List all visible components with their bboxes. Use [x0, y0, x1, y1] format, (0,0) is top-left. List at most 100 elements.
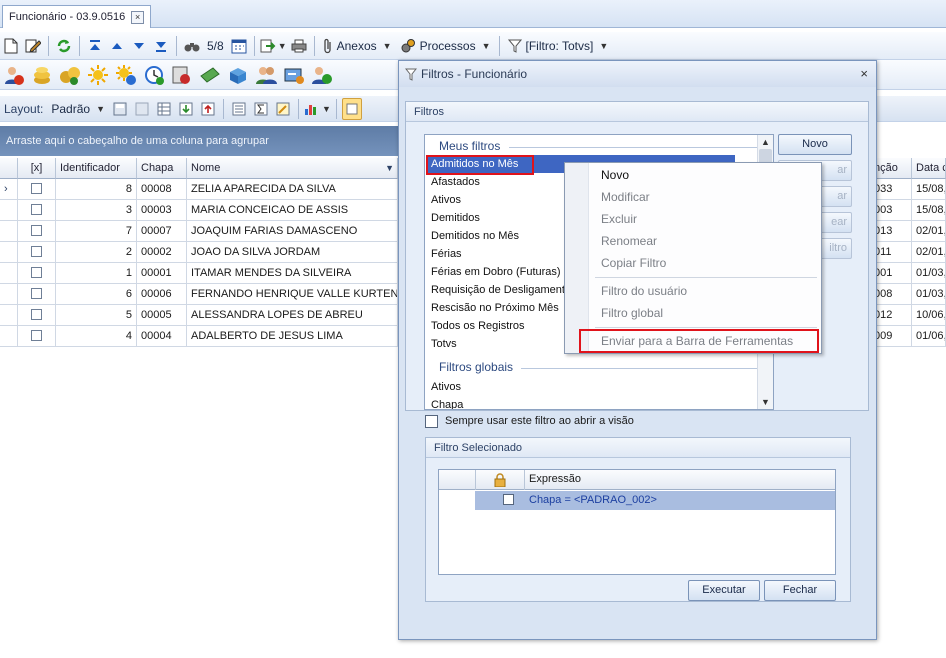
my-filter-item[interactable]: Férias	[431, 245, 462, 263]
anexos-menu[interactable]: Anexos ▼	[320, 35, 395, 57]
clock-icon[interactable]	[143, 64, 165, 86]
menu-item-filtro-global[interactable]: Filtro global	[601, 303, 663, 323]
card-icon[interactable]	[283, 64, 305, 86]
nome-column-header[interactable]: Nome ▼	[187, 158, 398, 179]
executar-button[interactable]: Executar	[688, 580, 760, 601]
chapa-column-header[interactable]: Chapa	[137, 158, 187, 179]
person-calc-icon[interactable]	[171, 64, 193, 86]
sun-plus-icon[interactable]	[115, 64, 137, 86]
layout-save-icon[interactable]	[110, 98, 130, 120]
layout-value: Padrão	[51, 101, 91, 116]
sum-icon[interactable]	[251, 98, 271, 120]
my-filter-item[interactable]: Férias em Dobro (Futuras)	[431, 263, 561, 281]
layout-grid-icon[interactable]	[154, 98, 174, 120]
chapa-cell: 00005	[137, 305, 187, 326]
toolbar-separator	[79, 35, 80, 56]
highlight-icon[interactable]	[273, 98, 293, 120]
document-tab[interactable]: Funcionário - 03.9.0516 ×	[2, 5, 152, 28]
processos-menu[interactable]: Processos ▼	[397, 35, 494, 57]
menu-icon-strip	[565, 163, 589, 353]
filter-label: [Filtro: Totvs]	[525, 38, 594, 53]
lock-icon	[494, 473, 506, 487]
row-checkbox[interactable]	[31, 266, 42, 278]
nome-cell: JOAO DA SILVA JORDAM	[187, 242, 398, 263]
expression-row[interactable]: Chapa = <PADRAO_002>	[475, 491, 835, 510]
edit-icon[interactable]	[23, 35, 43, 57]
toolbar-separator	[253, 35, 255, 56]
my-filter-item[interactable]: Rescisão no Próximo Mês	[431, 299, 559, 317]
document-tab-strip: Funcionário - 03.9.0516 ×	[0, 0, 946, 28]
close-icon[interactable]: ×	[131, 10, 145, 24]
data-column-header[interactable]: Data c	[912, 158, 946, 179]
global-filter-item[interactable]: Chapa	[431, 396, 463, 409]
expression-grid[interactable]: Expressão Chapa = <PADRAO_002>	[438, 469, 836, 575]
always-use-checkbox[interactable]	[425, 415, 438, 428]
coins-stack-icon[interactable]	[59, 64, 81, 86]
expression-column-header[interactable]: Expressão	[529, 473, 581, 485]
expression-header-row: Expressão	[439, 470, 835, 490]
heading-divider	[509, 147, 759, 148]
menu-item-excluir[interactable]: Excluir	[601, 209, 637, 229]
my-filter-item[interactable]: Requisição de Desligamento	[431, 281, 571, 299]
selected-filter-groupbox: Filtro Selecionado Expressão Chapa = <PA…	[425, 437, 851, 602]
layout-import-icon[interactable]	[176, 98, 196, 120]
menu-item-filtro-usuario[interactable]: Filtro do usuário	[601, 281, 687, 301]
my-filter-item[interactable]: Ativos	[431, 191, 461, 209]
coins-icon[interactable]	[31, 64, 53, 86]
users-icon[interactable]	[255, 64, 277, 86]
previous-record-icon[interactable]	[107, 35, 127, 57]
menu-item-modificar[interactable]: Modificar	[601, 187, 650, 207]
layout-dropdown[interactable]: Padrão ▼	[48, 98, 108, 120]
identificador-column-header[interactable]: Identificador	[56, 158, 137, 179]
filter-dropdown-icon[interactable]: ▼	[385, 158, 394, 178]
select-column-header[interactable]: [x]	[18, 158, 56, 179]
my-filter-item[interactable]: Afastados	[431, 173, 480, 191]
layout-copy-icon[interactable]	[132, 98, 152, 120]
next-record-icon[interactable]	[129, 35, 149, 57]
filter-menu[interactable]: [Filtro: Totvs] ▼	[505, 35, 612, 57]
menu-item-copiar-filtro[interactable]: Copiar Filtro	[601, 253, 666, 273]
form-view-icon[interactable]	[341, 97, 362, 120]
cube-icon[interactable]	[227, 64, 249, 86]
new-icon[interactable]	[1, 35, 21, 57]
dialog-title-bar[interactable]: Filtros - Funcionário ×	[399, 61, 876, 87]
chart-icon[interactable]: ▼	[304, 98, 331, 120]
menu-item-renomear[interactable]: Renomear	[601, 231, 657, 251]
scroll-down-icon[interactable]: ▼	[761, 397, 770, 407]
scroll-up-icon[interactable]: ▲	[761, 137, 770, 147]
calendar-icon[interactable]	[229, 35, 249, 57]
fechar-button[interactable]: Fechar	[764, 580, 836, 601]
sun-icon[interactable]	[87, 64, 109, 86]
print-icon[interactable]	[289, 35, 309, 57]
row-checkbox[interactable]	[31, 203, 42, 215]
row-checkbox[interactable]	[31, 329, 42, 341]
data-cell: 10/06,	[912, 305, 946, 326]
select-cell	[18, 221, 56, 242]
user-remove-icon[interactable]	[3, 64, 25, 86]
my-filter-item[interactable]: Demitidos no Mês	[431, 227, 519, 245]
my-filter-item[interactable]: Totvs	[431, 335, 457, 353]
layout-export-icon[interactable]	[198, 98, 218, 120]
novo-button[interactable]: Novo	[778, 134, 852, 155]
my-filter-item[interactable]: Demitidos	[431, 209, 480, 227]
binoculars-icon[interactable]	[182, 35, 202, 57]
first-record-icon[interactable]	[85, 35, 105, 57]
toolbar-separator	[298, 98, 299, 119]
money-icon[interactable]	[199, 64, 221, 86]
columns-icon[interactable]	[229, 98, 249, 120]
row-checkbox[interactable]	[31, 224, 42, 236]
my-filter-item[interactable]: Todos os Registros	[431, 317, 525, 335]
menu-item-novo[interactable]: Novo	[601, 165, 629, 185]
row-checkbox[interactable]	[31, 287, 42, 299]
last-record-icon[interactable]	[151, 35, 171, 57]
expression-row-checkbox[interactable]	[503, 494, 514, 505]
global-filter-item[interactable]: Ativos	[431, 378, 461, 396]
row-checkbox[interactable]	[31, 182, 42, 194]
group-by-hint[interactable]: Arraste aqui o cabeçalho de uma coluna p…	[0, 126, 400, 156]
close-icon[interactable]: ×	[860, 66, 868, 81]
export-icon[interactable]: ▼	[260, 35, 287, 57]
users-add-icon[interactable]	[311, 64, 333, 86]
refresh-icon[interactable]	[54, 35, 74, 57]
row-checkbox[interactable]	[31, 245, 42, 257]
row-checkbox[interactable]	[31, 308, 42, 320]
